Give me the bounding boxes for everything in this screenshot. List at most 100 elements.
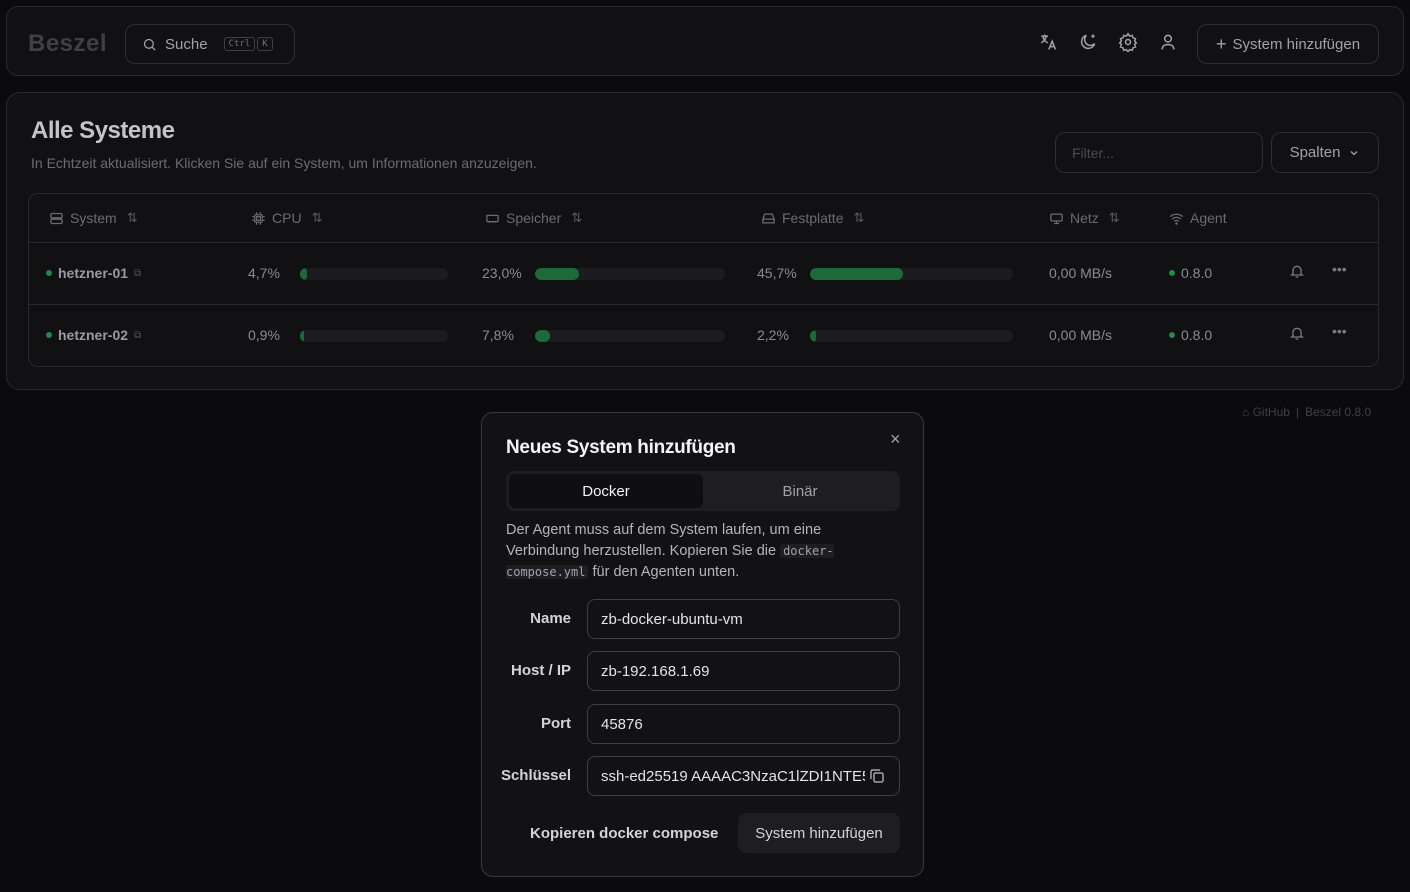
filter-input[interactable] <box>1055 132 1263 173</box>
memory-value: 23,0% <box>482 265 522 281</box>
plus-icon: + <box>1215 34 1227 54</box>
close-icon[interactable]: × <box>890 429 901 450</box>
bell-icon[interactable] <box>1289 325 1305 344</box>
github-label: GitHub <box>1252 405 1290 419</box>
search-shortcut: Ctrl K <box>223 37 273 51</box>
copy-icon[interactable]: ⧉ <box>134 330 141 341</box>
status-dot <box>46 332 52 338</box>
th-net[interactable]: Netz ⇅ <box>1049 210 1120 226</box>
systems-table: System ⇅ CPU ⇅ Speicher ⇅ Festplatte ⇅ N… <box>28 193 1379 367</box>
server-icon <box>50 212 63 224</box>
host-label: Host / IP <box>510 662 571 679</box>
name-label: Name <box>530 610 571 627</box>
disk-icon <box>762 213 775 223</box>
memory-value: 7,8% <box>482 327 514 343</box>
header-actions <box>1037 31 1179 53</box>
port-row: Port <box>482 704 925 744</box>
table-header: System ⇅ CPU ⇅ Speicher ⇅ Festplatte ⇅ N… <box>29 194 1378 243</box>
th-disk-label: Festplatte <box>782 210 844 226</box>
bell-icon[interactable] <box>1289 263 1305 282</box>
memory-icon <box>486 214 499 223</box>
tab-docker[interactable]: Docker <box>509 474 703 508</box>
theme-icon[interactable] <box>1077 31 1099 53</box>
th-disk[interactable]: Festplatte ⇅ <box>761 210 864 226</box>
host-row: Host / IP <box>482 651 925 691</box>
copy-compose-button[interactable]: Kopieren docker compose <box>530 825 718 842</box>
more-icon[interactable]: ••• <box>1332 261 1347 277</box>
desc-text: Der Agent muss auf dem System laufen, um… <box>506 522 822 559</box>
name-input[interactable] <box>587 599 900 639</box>
th-cpu-label: CPU <box>272 210 302 226</box>
wifi-icon <box>1169 213 1184 225</box>
chevron-down-icon <box>1350 150 1358 155</box>
submit-add-system-button[interactable]: System hinzufügen <box>738 813 900 853</box>
search-button[interactable]: Suche Ctrl K <box>125 24 295 64</box>
name-row: Name <box>482 599 925 639</box>
net-value: 0,00 MB/s <box>1049 265 1113 281</box>
status-dot <box>46 270 52 276</box>
search-icon <box>143 38 156 51</box>
agent-cell: 0.8.0 <box>1169 265 1212 281</box>
user-icon[interactable] <box>1157 31 1179 53</box>
copy-key-icon[interactable] <box>868 767 886 790</box>
disk-bar <box>810 330 1013 342</box>
system-name[interactable]: hetzner-02 <box>58 327 128 343</box>
memory-bar <box>535 268 725 280</box>
sort-icon: ⇅ <box>126 210 138 225</box>
system-name[interactable]: hetzner-01 <box>58 265 128 281</box>
sort-icon: ⇅ <box>571 210 583 225</box>
memory-bar-fill <box>535 268 579 280</box>
table-row[interactable]: hetzner-02 ⧉ 0,9% 7,8% 2,2% 0,00 MB/s 0.… <box>29 305 1378 366</box>
memory-bar-fill <box>535 330 550 342</box>
kbd-k: K <box>257 37 273 51</box>
agent-status-dot <box>1169 270 1175 276</box>
net-value: 0,00 MB/s <box>1049 327 1113 343</box>
translate-icon[interactable] <box>1037 31 1059 53</box>
add-system-label: System hinzufügen <box>1232 35 1361 53</box>
github-icon: ⌂ <box>1242 405 1250 419</box>
tab-binary[interactable]: Binär <box>703 474 897 508</box>
cpu-value: 4,7% <box>248 265 280 281</box>
page-title: Alle Systeme <box>31 117 175 144</box>
search-label: Suche <box>165 35 208 53</box>
table-row[interactable]: hetzner-01 ⧉ 4,7% 23,0% 45,7% 0,00 MB/s … <box>29 243 1378 305</box>
key-label: Schlüssel <box>500 767 571 784</box>
columns-button[interactable]: Spalten <box>1271 132 1379 173</box>
disk-bar <box>810 268 1013 280</box>
dialog-title: Neues System hinzufügen <box>506 437 736 458</box>
page-subtitle: In Echtzeit aktualisiert. Klicken Sie au… <box>31 155 537 171</box>
th-cpu[interactable]: CPU ⇅ <box>251 210 322 226</box>
port-input[interactable] <box>587 704 900 744</box>
sort-icon: ⇅ <box>853 210 865 225</box>
port-label: Port <box>541 715 571 732</box>
disk-bar-fill <box>810 330 817 342</box>
th-system[interactable]: System ⇅ <box>49 210 138 226</box>
key-input[interactable] <box>587 756 900 796</box>
install-tabs: Docker Binär <box>506 471 900 511</box>
footer-links: ⌂ GitHub | Beszel 0.8.0 <box>1242 405 1371 419</box>
app-root: Beszel Suche Ctrl K + System hinzufügen … <box>0 0 1410 892</box>
copy-icon[interactable]: ⧉ <box>134 268 141 279</box>
th-memory[interactable]: Speicher ⇅ <box>485 210 582 226</box>
key-row: Schlüssel <box>482 756 925 796</box>
th-system-label: System <box>70 210 117 226</box>
network-icon <box>1050 213 1063 224</box>
cpu-icon <box>252 211 265 225</box>
version-link[interactable]: Beszel 0.8.0 <box>1305 405 1371 419</box>
agent-cell: 0.8.0 <box>1169 327 1212 343</box>
desc-text-after: für den Agenten unten. <box>588 564 740 580</box>
system-cell: hetzner-01 ⧉ <box>46 265 141 281</box>
github-link[interactable]: ⌂ GitHub <box>1242 405 1290 419</box>
th-agent[interactable]: Agent <box>1169 210 1227 226</box>
agent-status-dot <box>1169 332 1175 338</box>
footer-separator: | <box>1295 405 1300 419</box>
th-net-label: Netz <box>1070 210 1099 226</box>
more-icon[interactable]: ••• <box>1332 323 1347 339</box>
host-input[interactable] <box>587 651 900 691</box>
disk-value: 2,2% <box>757 327 789 343</box>
cpu-bar <box>300 330 448 342</box>
settings-icon[interactable] <box>1117 31 1139 53</box>
add-system-button[interactable]: + System hinzufügen <box>1197 24 1379 64</box>
system-cell: hetzner-02 ⧉ <box>46 327 141 343</box>
app-logo[interactable]: Beszel <box>28 30 107 58</box>
